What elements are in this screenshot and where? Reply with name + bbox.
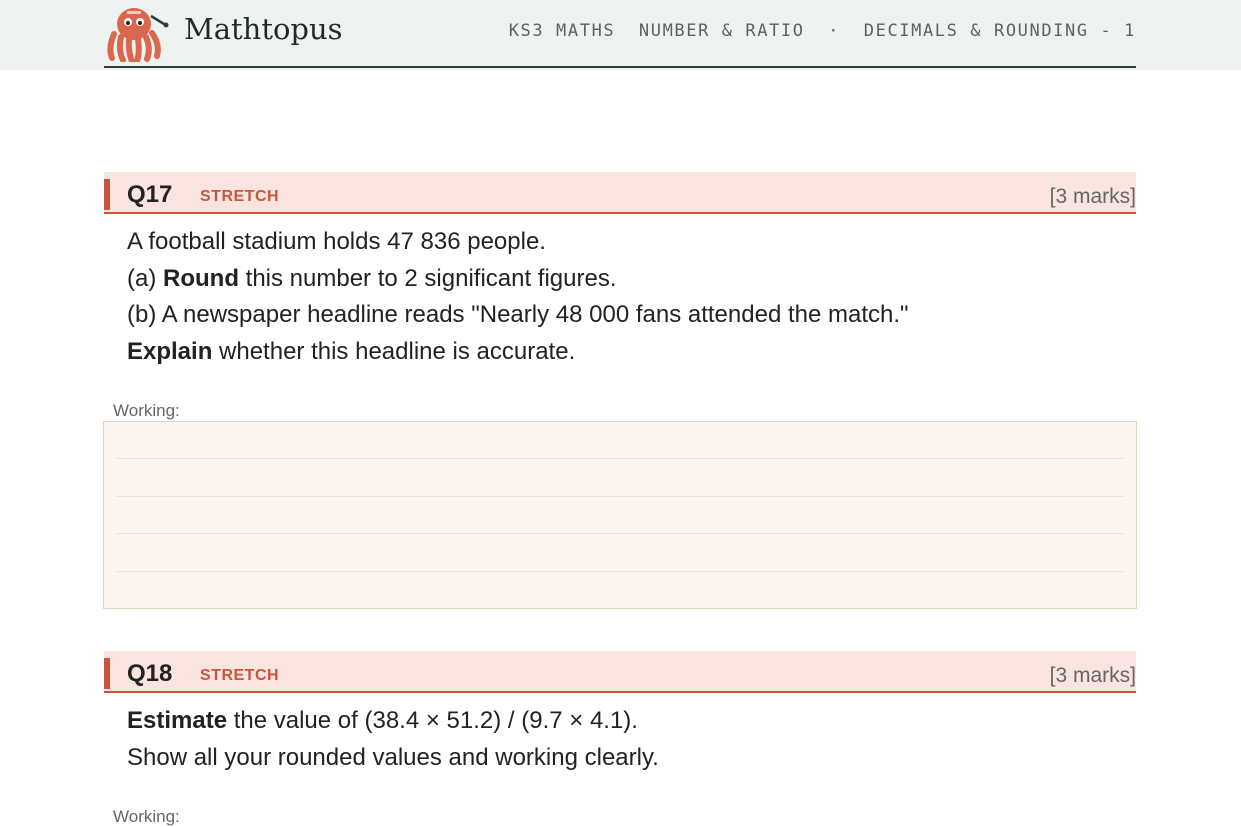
question-line: A football stadium holds 47 836 people. [127,228,546,255]
ruled-line [116,458,1124,459]
question-accent-bar [104,179,110,210]
question-header-q18: Q18 STRETCH [3 marks] [104,651,1136,693]
ruled-line [116,496,1124,497]
breadcrumb-topic: DECIMALS & ROUNDING - 1 [863,21,1136,41]
question-line: (b) A newspaper headline reads "Nearly 4… [127,301,909,328]
question-text-q17: A football stadium holds 47 836 people. … [127,224,1127,370]
breadcrumb-unit[interactable]: NUMBER & RATIO [639,21,805,41]
question-header-q17: Q17 STRETCH [3 marks] [104,172,1136,214]
breadcrumb-separator: · [828,21,841,41]
working-area-q17[interactable] [103,421,1137,609]
header-divider [104,66,1136,68]
working-label: Working: [113,807,180,826]
question-line: Explain whether this headline is accurat… [127,337,576,365]
question-line: (a) Round this number to 2 significant f… [127,264,617,292]
working-label: Working: [113,401,180,420]
difficulty-badge: STRETCH [200,188,280,205]
question-number: Q18 [127,660,173,687]
question-marks: [3 marks] [1049,185,1136,208]
question-accent-bar [104,658,110,689]
top-bar: Mathtopus KS3 MATHS NUMBER & RATIO · DEC… [0,0,1241,70]
question-marks: [3 marks] [1049,664,1136,687]
question-line: Show all your rounded values and working… [127,743,659,771]
octopus-icon [107,8,169,62]
ruled-line [116,571,1124,572]
brand-name[interactable]: Mathtopus [184,12,343,46]
breadcrumb: KS3 MATHS NUMBER & RATIO · DECIMALS & RO… [509,21,1136,41]
breadcrumb-course[interactable]: KS3 MATHS [509,21,616,41]
question-line: Estimate the value of (38.4 × 51.2) / (9… [127,707,638,734]
question-number: Q17 [127,181,173,208]
difficulty-badge: STRETCH [200,667,280,684]
question-text-q18: Estimate the value of (38.4 × 51.2) / (9… [127,703,1127,776]
ruled-line [116,533,1124,534]
